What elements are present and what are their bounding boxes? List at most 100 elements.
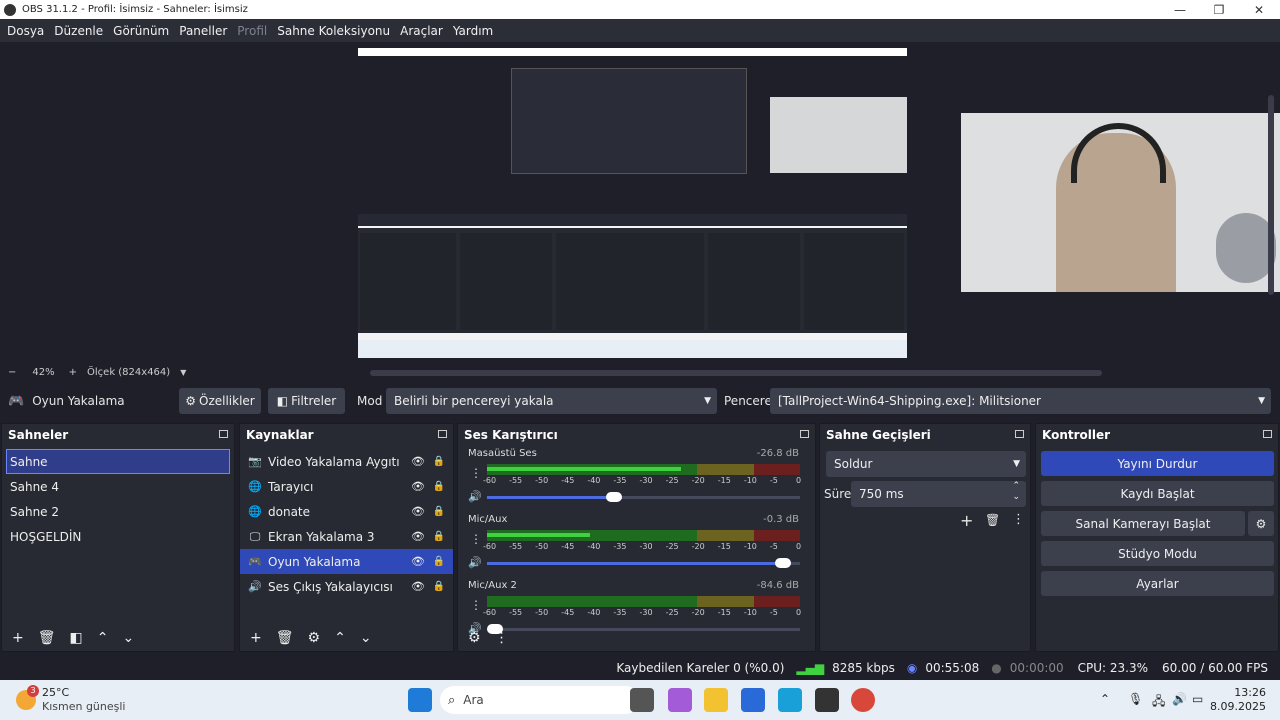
lock-icon[interactable]: 🔒 [433, 531, 445, 542]
source-item[interactable]: 🌐 donate 👁 🔒 [240, 499, 453, 524]
task-view-icon[interactable] [630, 688, 654, 712]
gear-icon[interactable]: ⚙ [468, 630, 481, 646]
obs-taskbar-icon[interactable] [815, 688, 839, 712]
menu-profil[interactable]: Profil [237, 24, 267, 38]
transition-select[interactable]: Soldur ▼ [826, 451, 1026, 477]
source-item[interactable]: 🌐 Tarayıcı 👁 🔒 [240, 474, 453, 499]
move-up-button[interactable]: ⌃ [97, 630, 109, 646]
trash-icon[interactable]: 🗑 [276, 630, 294, 646]
game-capture-preview[interactable] [358, 48, 907, 358]
gear-icon[interactable]: ⚙ [1248, 511, 1274, 536]
menu-gorunum[interactable]: Görünüm [113, 24, 169, 38]
scale-dropdown-icon[interactable]: ▼ [180, 368, 186, 377]
search-box[interactable]: ⌕ Ara [440, 686, 640, 714]
zoom-in-button[interactable]: + [69, 367, 77, 378]
speaker-icon[interactable]: 🔊 [468, 556, 482, 569]
mixer-channels: Masaüstü Ses -26.8 dB ⋮ -60 -55 -50 -45 -40-… [458, 446, 815, 644]
scene-item[interactable]: Sahne 4 [2, 474, 234, 499]
preview-horizontal-scrollbar[interactable] [370, 370, 1102, 376]
menu-duzenle[interactable]: Düzenle [54, 24, 103, 38]
move-down-button[interactable]: ⌄ [360, 630, 372, 646]
undock-icon[interactable] [438, 430, 447, 438]
volume-slider[interactable] [487, 492, 800, 502]
more-options-icon[interactable]: ⋮ [495, 630, 509, 646]
add-source-button[interactable]: + [250, 630, 262, 646]
minimize-button[interactable]: — [1160, 0, 1200, 19]
clock-time[interactable]: 13:26 [1230, 686, 1266, 699]
chevron-down-icon[interactable]: ⌄ [1012, 492, 1020, 502]
scene-item[interactable]: Sahne [6, 449, 230, 474]
trash-icon[interactable]: 🗑 [38, 630, 56, 646]
slider-knob[interactable] [774, 558, 791, 568]
undock-icon[interactable] [1263, 430, 1272, 438]
tray-chevron-icon[interactable]: ⌃ [1100, 692, 1110, 706]
eye-icon[interactable]: 👁 [411, 455, 425, 468]
menu-araclar[interactable]: Araçlar [400, 24, 443, 38]
eye-icon[interactable]: 👁 [411, 580, 425, 593]
filter-icon[interactable]: ◧ [70, 630, 83, 646]
eye-icon[interactable]: 👁 [411, 480, 425, 493]
speaker-icon[interactable]: 🔊 [468, 490, 482, 503]
volume-slider[interactable] [487, 558, 800, 568]
slider-knob[interactable] [605, 492, 622, 502]
lock-icon[interactable]: 🔒 [433, 506, 445, 517]
eye-icon[interactable]: 👁 [411, 505, 425, 518]
zoom-out-button[interactable]: − [8, 367, 16, 378]
scene-item[interactable]: HOŞGELDİN [2, 524, 234, 549]
filters-button[interactable]: ◧ Filtreler [268, 388, 345, 414]
volume-meter [487, 596, 800, 607]
store-icon[interactable] [741, 688, 765, 712]
window-select[interactable]: [TallProject-Win64-Shipping.exe]: Milits… [770, 388, 1271, 414]
studio-mode-button[interactable]: Stüdyo Modu [1041, 541, 1274, 566]
close-button[interactable]: ✕ [1239, 0, 1279, 19]
source-item[interactable]: 🔊 Ses Çıkış Yakalayıcısı 👁 🔒 [240, 574, 453, 599]
copilot-icon[interactable] [668, 688, 692, 712]
properties-button[interactable]: ⚙ Özellikler [179, 388, 261, 414]
preview-vertical-scrollbar[interactable] [1268, 95, 1274, 295]
menu-sahne-koleksiyonu[interactable]: Sahne Koleksiyonu [277, 24, 390, 38]
source-item[interactable]: 📷 Video Yakalama Aygıtı 👁 🔒 [240, 449, 453, 474]
menu-dosya[interactable]: Dosya [7, 24, 44, 38]
add-scene-button[interactable]: + [12, 630, 24, 646]
microphone-icon[interactable]: 🎙 [1128, 692, 1143, 706]
mode-select[interactable]: Belirli bir pencereyi yakala ▼ [386, 388, 717, 414]
move-down-button[interactable]: ⌄ [122, 630, 134, 646]
file-explorer-icon[interactable] [704, 688, 728, 712]
source-item[interactable]: 🎮 Oyun Yakalama 👁 🔒 [240, 549, 453, 574]
chevron-up-icon[interactable]: ⌃ [1012, 481, 1020, 491]
volume-icon[interactable]: 🔊 [1172, 692, 1187, 706]
lock-icon[interactable]: 🔒 [433, 581, 445, 592]
menu-paneller[interactable]: Paneller [179, 24, 227, 38]
menu-yardim[interactable]: Yardım [453, 24, 493, 38]
lock-icon[interactable]: 🔒 [433, 481, 445, 492]
start-virtual-camera-button[interactable]: Sanal Kamerayı Başlat [1041, 511, 1245, 536]
chrome-icon[interactable] [851, 688, 875, 712]
scene-item[interactable]: Sahne 2 [2, 499, 234, 524]
start-recording-button[interactable]: Kaydı Başlat [1041, 481, 1274, 506]
maximize-button[interactable]: ❐ [1199, 0, 1239, 19]
source-item[interactable]: 🖵 Ekran Yakalama 3 👁 🔒 [240, 524, 453, 549]
eye-icon[interactable]: 👁 [411, 530, 425, 543]
undock-icon[interactable] [1015, 430, 1024, 438]
settings-button[interactable]: Ayarlar [1041, 571, 1274, 596]
webcam-preview[interactable] [961, 113, 1280, 292]
gear-icon[interactable]: ⚙ [308, 630, 321, 646]
windows-start-icon[interactable] [408, 688, 432, 712]
more-options-icon[interactable]: ⋮ [1012, 512, 1025, 527]
lock-icon[interactable]: 🔒 [433, 456, 445, 467]
add-transition-button[interactable]: + [960, 511, 973, 530]
undock-icon[interactable] [219, 430, 228, 438]
battery-icon[interactable]: ▭ [1192, 692, 1203, 706]
undock-icon[interactable] [800, 430, 809, 438]
edge-icon[interactable] [778, 688, 802, 712]
stop-stream-button[interactable]: Yayını Durdur [1041, 451, 1274, 476]
trash-icon[interactable]: 🗑 [985, 513, 1000, 527]
move-up-button[interactable]: ⌃ [334, 630, 346, 646]
duration-spinbox[interactable]: 750 ms ⌃ ⌄ [851, 481, 1026, 507]
lock-icon[interactable]: 🔒 [433, 556, 445, 567]
volume-slider[interactable] [487, 624, 800, 634]
network-icon[interactable]: 🖧 [1152, 692, 1165, 713]
eye-icon[interactable]: 👁 [411, 555, 425, 568]
clock-date[interactable]: 8.09.2025 [1206, 700, 1266, 713]
sources-footer: + 🗑 ⚙ ⌃ ⌄ [240, 625, 376, 651]
